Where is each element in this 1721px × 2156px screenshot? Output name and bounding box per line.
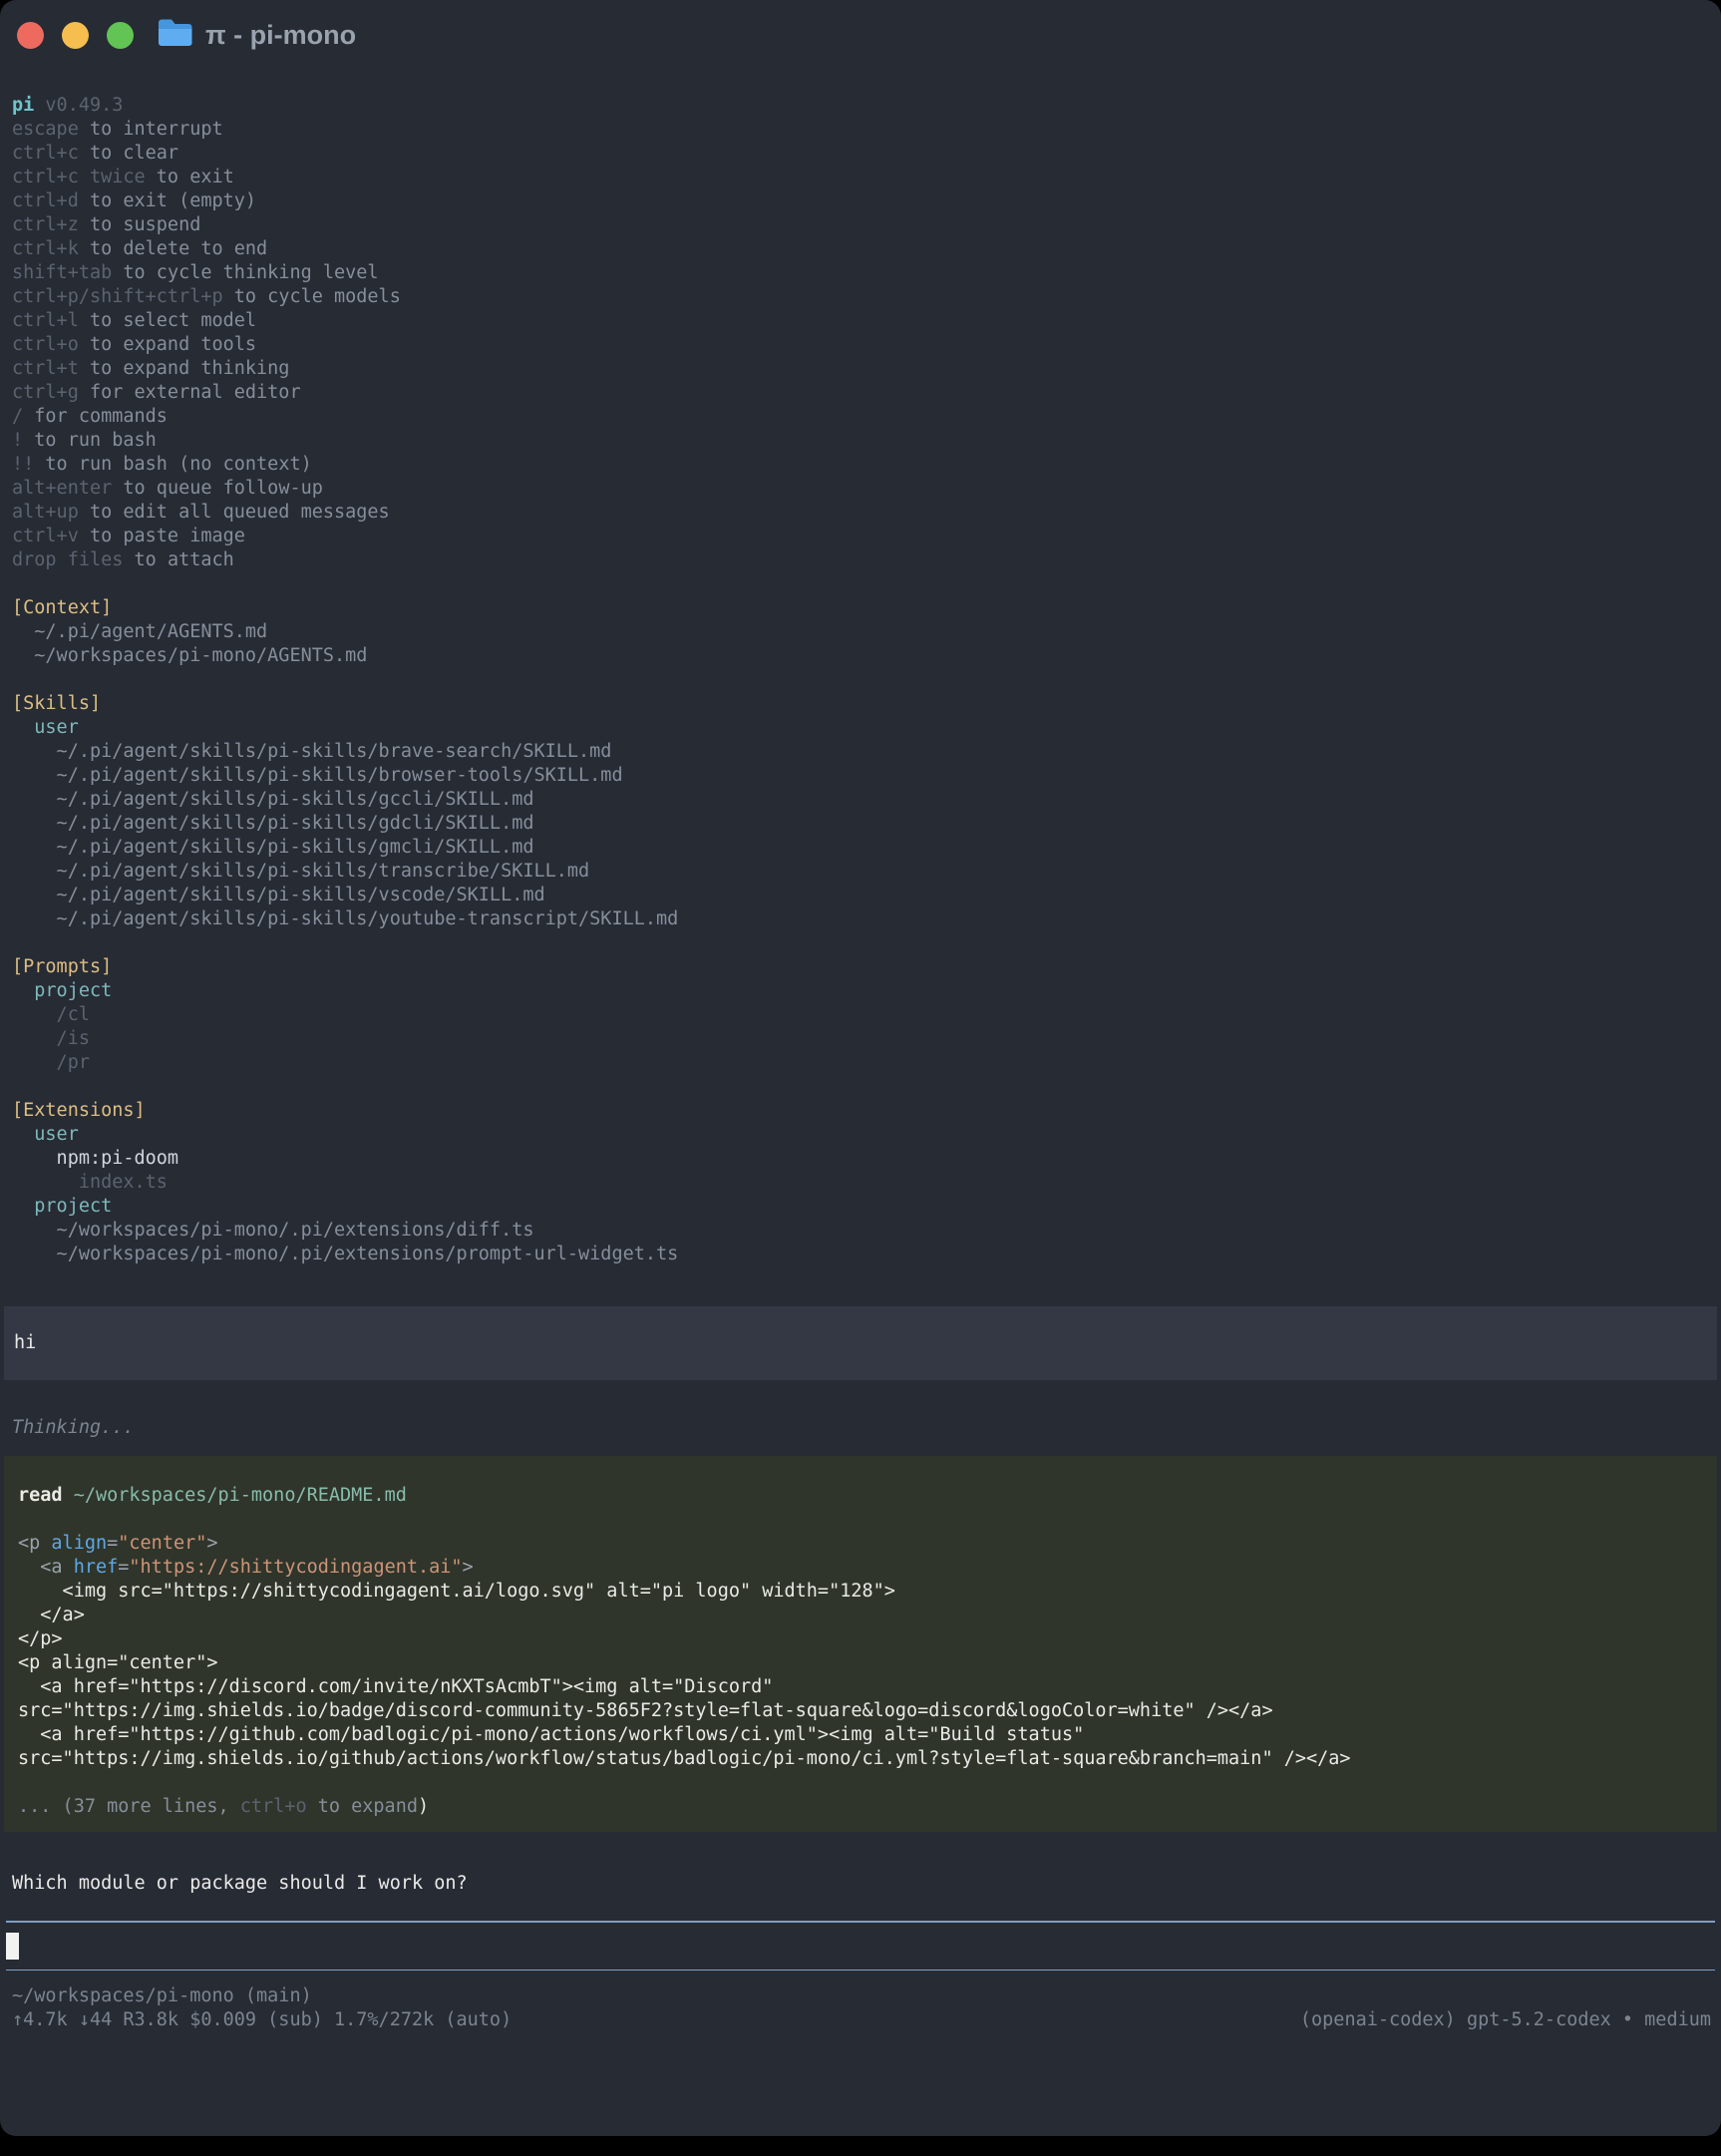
terminal-line: [Skills]	[0, 692, 1721, 716]
startup-info: pi v0.49.3escape to interruptctrl+c to c…	[0, 94, 1721, 1266]
terminal-line: escape to interrupt	[0, 118, 1721, 142]
terminal-line: ~/workspaces/pi-mono/.pi/extensions/diff…	[0, 1219, 1721, 1243]
terminal-line: <a href="https://github.com/badlogic/pi-…	[10, 1723, 1711, 1747]
close-button[interactable]	[17, 22, 44, 49]
terminal-line: ~/workspaces/pi-mono/AGENTS.md	[0, 644, 1721, 668]
terminal-line: read ~/workspaces/pi-mono/README.md	[10, 1484, 1711, 1508]
terminal-line: <a href="https://discord.com/invite/nKXT…	[10, 1675, 1711, 1699]
terminal-line: ctrl+o to expand tools	[0, 333, 1721, 357]
terminal-line: src="https://img.shields.io/badge/discor…	[10, 1699, 1711, 1723]
terminal-line: /cl	[0, 1003, 1721, 1027]
terminal-line	[10, 1508, 1711, 1532]
terminal-window: π - pi-mono pi v0.49.3escape to interrup…	[0, 0, 1721, 2136]
terminal-line	[0, 1075, 1721, 1099]
terminal-line: ctrl+c to clear	[0, 142, 1721, 166]
terminal-line: ~/.pi/agent/AGENTS.md	[0, 620, 1721, 644]
terminal-line: ctrl+d to exit (empty)	[0, 189, 1721, 213]
tool-output-lines: read ~/workspaces/pi-mono/README.md <p a…	[10, 1484, 1711, 1819]
terminal-line	[0, 668, 1721, 692]
assistant-message: Which module or package should I work on…	[0, 1872, 1721, 1896]
terminal-line: alt+up to edit all queued messages	[0, 501, 1721, 525]
terminal-line: ctrl+p/shift+ctrl+p to cycle models	[0, 285, 1721, 309]
terminal-line: ~/workspaces/pi-mono/.pi/extensions/prom…	[0, 1243, 1721, 1266]
prompt-input[interactable]	[0, 1923, 1721, 1970]
terminal-line: ~/.pi/agent/skills/pi-skills/gmcli/SKILL…	[0, 836, 1721, 860]
input-divider-bottom	[6, 1970, 1715, 1972]
terminal-line: </a>	[10, 1604, 1711, 1627]
terminal-line: ~/.pi/agent/skills/pi-skills/gccli/SKILL…	[0, 788, 1721, 812]
terminal-line: project	[0, 979, 1721, 1003]
terminal-line: user	[0, 716, 1721, 740]
user-message: hi	[4, 1306, 1717, 1380]
terminal-line: </p>	[10, 1627, 1711, 1651]
terminal-line: / for commands	[0, 405, 1721, 429]
terminal-line: shift+tab to cycle thinking level	[0, 261, 1721, 285]
minimize-button[interactable]	[62, 22, 89, 49]
thinking-indicator: Thinking...	[0, 1416, 1721, 1440]
terminal-line: ~/.pi/agent/skills/pi-skills/browser-too…	[0, 764, 1721, 788]
terminal-line: /pr	[0, 1051, 1721, 1075]
terminal-line: alt+enter to queue follow-up	[0, 477, 1721, 501]
terminal-line: ~/.pi/agent/skills/pi-skills/gdcli/SKILL…	[0, 812, 1721, 836]
text-cursor	[6, 1933, 19, 1960]
terminal-line: npm:pi-doom	[0, 1147, 1721, 1171]
terminal-line: user	[0, 1123, 1721, 1147]
terminal-line: ~/.pi/agent/skills/pi-skills/brave-searc…	[0, 740, 1721, 764]
terminal-line: <p align="center">	[10, 1651, 1711, 1675]
terminal-line: <p align="center">	[10, 1532, 1711, 1556]
terminal-line: ~/.pi/agent/skills/pi-skills/youtube-tra…	[0, 907, 1721, 931]
terminal-line: src="https://img.shields.io/github/actio…	[10, 1747, 1711, 1771]
cwd-branch: ~/workspaces/pi-mono (main)	[0, 1984, 1721, 2008]
statusbar: ~/workspaces/pi-mono (main) ↑4.7k ↓44 R3…	[0, 1984, 1721, 2032]
window-title: π - pi-mono	[205, 20, 356, 51]
terminal-line: pi v0.49.3	[0, 94, 1721, 118]
titlebar: π - pi-mono	[0, 0, 1721, 70]
terminal-line: ~/.pi/agent/skills/pi-skills/vscode/SKIL…	[0, 884, 1721, 907]
model-info: (openai-codex) gpt-5.2-codex • medium	[1300, 2008, 1711, 2032]
zoom-button[interactable]	[107, 22, 134, 49]
terminal-line: ctrl+g for external editor	[0, 381, 1721, 405]
window-controls	[17, 22, 134, 49]
user-message-text: hi	[14, 1332, 36, 1353]
terminal-line: ctrl+v to paste image	[0, 525, 1721, 548]
terminal-line: <img src="https://shittycodingagent.ai/l…	[10, 1580, 1711, 1604]
terminal-line: [Extensions]	[0, 1099, 1721, 1123]
terminal-line: ~/.pi/agent/skills/pi-skills/transcribe/…	[0, 860, 1721, 884]
terminal-line: <a href="https://shittycodingagent.ai">	[10, 1556, 1711, 1580]
terminal-line: /is	[0, 1027, 1721, 1051]
terminal-line: ! to run bash	[0, 429, 1721, 453]
terminal-line: ctrl+t to expand thinking	[0, 357, 1721, 381]
token-stats: ↑4.7k ↓44 R3.8k $0.009 (sub) 1.7%/272k (…	[12, 2008, 512, 2032]
folder-icon	[157, 18, 193, 53]
terminal-line: ctrl+l to select model	[0, 309, 1721, 333]
terminal-line: ctrl+k to delete to end	[0, 237, 1721, 261]
terminal-line: !! to run bash (no context)	[0, 453, 1721, 477]
terminal-line: ... (37 more lines, ctrl+o to expand)	[10, 1795, 1711, 1819]
terminal-line: index.ts	[0, 1171, 1721, 1195]
terminal-line: [Prompts]	[0, 955, 1721, 979]
terminal-line: drop files to attach	[0, 548, 1721, 572]
terminal-line: ctrl+z to suspend	[0, 213, 1721, 237]
terminal-line: project	[0, 1195, 1721, 1219]
terminal-line	[10, 1771, 1711, 1795]
terminal-line: ctrl+c twice to exit	[0, 166, 1721, 189]
read-tool-output: read ~/workspaces/pi-mono/README.md <p a…	[4, 1456, 1717, 1832]
terminal-content: pi v0.49.3escape to interruptctrl+c to c…	[0, 94, 1721, 2032]
terminal-line: [Context]	[0, 596, 1721, 620]
terminal-line	[0, 931, 1721, 955]
terminal-line	[0, 572, 1721, 596]
